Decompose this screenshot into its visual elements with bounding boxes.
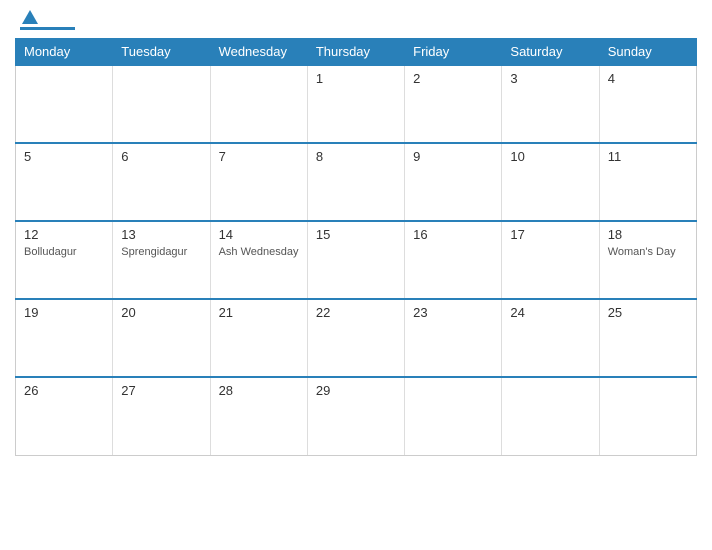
day-number: 4 xyxy=(608,71,688,86)
logo-blue-bar xyxy=(20,27,75,30)
day-cell: 17 xyxy=(502,221,599,299)
day-cell: 20 xyxy=(113,299,210,377)
calendar-header xyxy=(15,10,697,30)
day-number: 21 xyxy=(219,305,299,320)
day-cell: 11 xyxy=(599,143,696,221)
day-cell xyxy=(502,377,599,455)
day-number: 15 xyxy=(316,227,396,242)
weekday-header-friday: Friday xyxy=(405,39,502,66)
day-cell: 12 Bolludagur xyxy=(16,221,113,299)
calendar-thead: MondayTuesdayWednesdayThursdayFridaySatu… xyxy=(16,39,697,66)
day-cell: 22 xyxy=(307,299,404,377)
day-number: 11 xyxy=(608,149,688,164)
day-number: 10 xyxy=(510,149,590,164)
day-cell: 24 xyxy=(502,299,599,377)
day-number: 3 xyxy=(510,71,590,86)
day-cell: 1 xyxy=(307,65,404,143)
day-cell: 28 xyxy=(210,377,307,455)
day-number: 16 xyxy=(413,227,493,242)
day-cell: 18 Woman's Day xyxy=(599,221,696,299)
day-cell: 15 xyxy=(307,221,404,299)
weekday-header-row: MondayTuesdayWednesdayThursdayFridaySatu… xyxy=(16,39,697,66)
day-number: 2 xyxy=(413,71,493,86)
day-number: 28 xyxy=(219,383,299,398)
day-cell: 29 xyxy=(307,377,404,455)
weekday-header-saturday: Saturday xyxy=(502,39,599,66)
week-row-1: 1 2 3 4 xyxy=(16,65,697,143)
day-event: Woman's Day xyxy=(608,245,688,259)
day-cell: 9 xyxy=(405,143,502,221)
day-cell: 25 xyxy=(599,299,696,377)
logo xyxy=(20,10,75,30)
week-row-4: 19 20 21 22 23 24 25 xyxy=(16,299,697,377)
logo-triangle-icon xyxy=(22,10,38,24)
day-cell: 26 xyxy=(16,377,113,455)
day-event: Ash Wednesday xyxy=(219,245,299,259)
day-cell: 19 xyxy=(16,299,113,377)
day-number: 6 xyxy=(121,149,201,164)
day-cell: 5 xyxy=(16,143,113,221)
day-cell: 16 xyxy=(405,221,502,299)
day-cell xyxy=(16,65,113,143)
week-row-5: 26 27 28 29 xyxy=(16,377,697,455)
day-number: 23 xyxy=(413,305,493,320)
day-number: 19 xyxy=(24,305,104,320)
weekday-header-monday: Monday xyxy=(16,39,113,66)
day-number: 27 xyxy=(121,383,201,398)
day-number: 5 xyxy=(24,149,104,164)
day-number: 24 xyxy=(510,305,590,320)
day-event: Bolludagur xyxy=(24,245,104,259)
day-number: 7 xyxy=(219,149,299,164)
calendar-container: MondayTuesdayWednesdayThursdayFridaySatu… xyxy=(0,0,712,550)
day-cell: 3 xyxy=(502,65,599,143)
day-number: 12 xyxy=(24,227,104,242)
day-number: 13 xyxy=(121,227,201,242)
day-cell: 27 xyxy=(113,377,210,455)
day-cell: 21 xyxy=(210,299,307,377)
day-number: 25 xyxy=(608,305,688,320)
calendar-body: 123456789101112Bolludagur13Sprengidagur1… xyxy=(16,65,697,455)
day-cell: 13 Sprengidagur xyxy=(113,221,210,299)
day-cell xyxy=(405,377,502,455)
day-cell: 6 xyxy=(113,143,210,221)
weekday-header-thursday: Thursday xyxy=(307,39,404,66)
day-number: 17 xyxy=(510,227,590,242)
day-cell: 23 xyxy=(405,299,502,377)
day-number: 9 xyxy=(413,149,493,164)
calendar-table: MondayTuesdayWednesdayThursdayFridaySatu… xyxy=(15,38,697,456)
day-number: 8 xyxy=(316,149,396,164)
day-cell: 2 xyxy=(405,65,502,143)
day-cell xyxy=(113,65,210,143)
day-number: 18 xyxy=(608,227,688,242)
day-cell: 14 Ash Wednesday xyxy=(210,221,307,299)
weekday-header-sunday: Sunday xyxy=(599,39,696,66)
day-number: 29 xyxy=(316,383,396,398)
day-number: 14 xyxy=(219,227,299,242)
weekday-header-wednesday: Wednesday xyxy=(210,39,307,66)
week-row-2: 5 6 7 8 9 10 11 xyxy=(16,143,697,221)
day-number: 26 xyxy=(24,383,104,398)
day-cell: 8 xyxy=(307,143,404,221)
weekday-header-tuesday: Tuesday xyxy=(113,39,210,66)
day-number: 1 xyxy=(316,71,396,86)
day-number: 22 xyxy=(316,305,396,320)
day-cell xyxy=(210,65,307,143)
day-cell: 7 xyxy=(210,143,307,221)
day-number: 20 xyxy=(121,305,201,320)
day-cell: 4 xyxy=(599,65,696,143)
week-row-3: 12 Bolludagur 13 Sprengidagur 14 Ash Wednesda… xyxy=(16,221,697,299)
day-cell xyxy=(599,377,696,455)
day-event: Sprengidagur xyxy=(121,245,201,259)
day-cell: 10 xyxy=(502,143,599,221)
